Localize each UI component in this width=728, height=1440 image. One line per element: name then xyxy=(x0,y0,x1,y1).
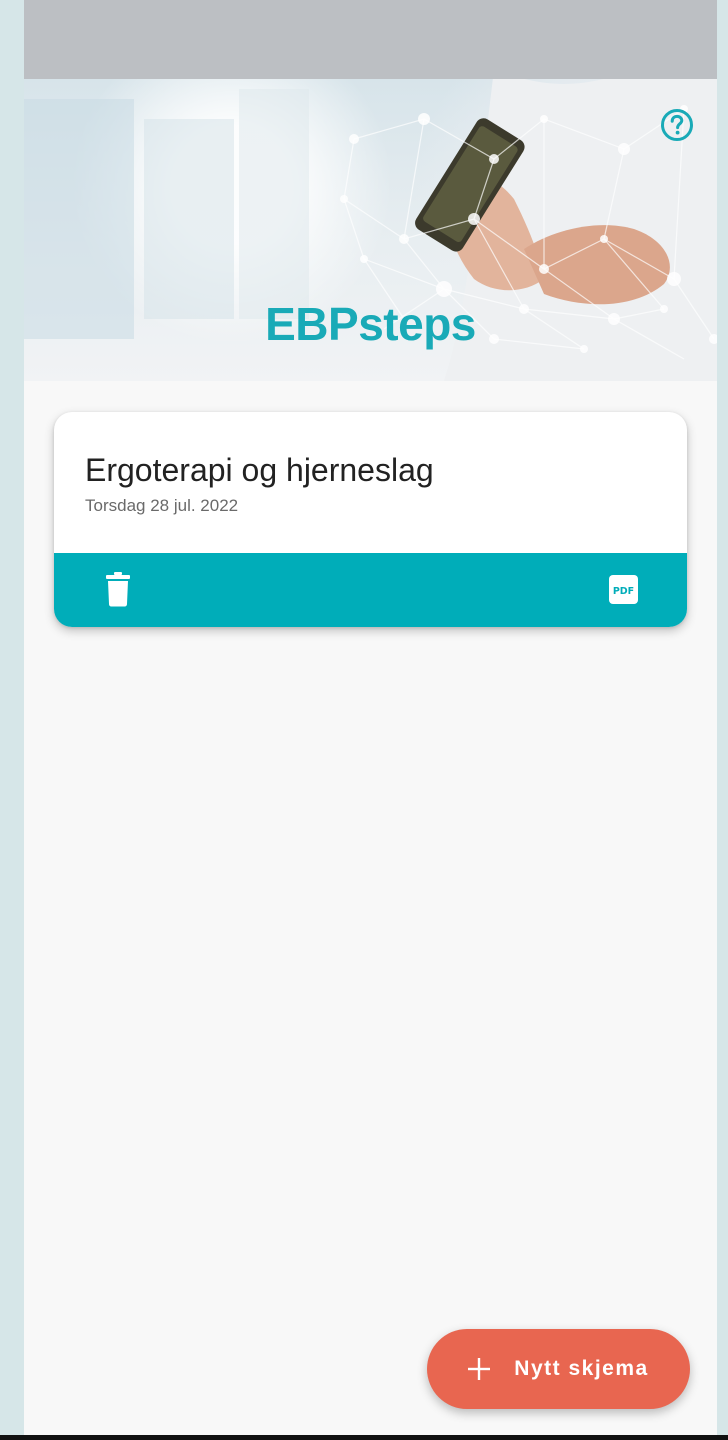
form-card-body[interactable]: Ergoterapi og hjerneslag Torsdag 28 jul.… xyxy=(54,412,687,553)
export-pdf-button[interactable]: PDF xyxy=(609,575,638,604)
trash-icon xyxy=(106,572,130,607)
app-title: EBPsteps xyxy=(265,298,476,350)
plus-icon xyxy=(468,1358,491,1380)
new-form-button[interactable]: Nytt skjema xyxy=(427,1329,690,1409)
app-screen: EBPsteps Ergoterapi og hjerneslag Torsda… xyxy=(24,0,717,1440)
help-button[interactable] xyxy=(660,108,694,142)
svg-text:PDF: PDF xyxy=(613,586,634,597)
bottom-nav-bar xyxy=(0,1435,728,1440)
new-form-label: Nytt skjema xyxy=(514,1357,649,1380)
status-bar xyxy=(24,0,717,79)
form-title: Ergoterapi og hjerneslag xyxy=(85,452,434,488)
form-date: Torsdag 28 jul. 2022 xyxy=(85,496,239,515)
question-circle-icon xyxy=(661,109,693,141)
delete-button[interactable] xyxy=(106,572,130,607)
header-banner: EBPsteps xyxy=(24,79,717,381)
pdf-icon: PDF xyxy=(609,575,638,604)
form-card[interactable]: Ergoterapi og hjerneslag Torsdag 28 jul.… xyxy=(54,412,687,627)
form-card-actions: PDF xyxy=(54,553,687,627)
